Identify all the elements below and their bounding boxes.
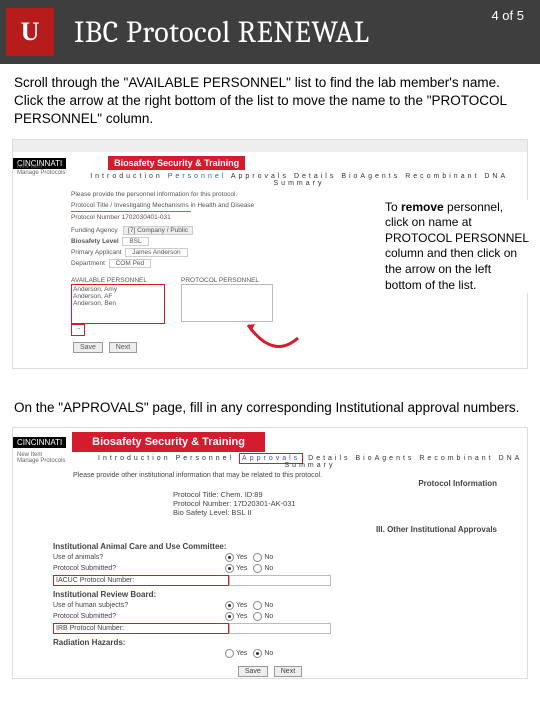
pi-label: Primary Applicant (71, 249, 122, 256)
left-nav: New Item Manage Protocols (17, 164, 67, 176)
protocol-info-header: Protocol Information (13, 479, 497, 488)
tab-recombinant[interactable]: Recombinant DNA (419, 455, 522, 462)
tab-introduction[interactable]: Introduction (90, 173, 163, 180)
iacuc-number-input[interactable] (229, 575, 331, 586)
use-animals-label: Use of animals? (53, 554, 223, 561)
tab-approvals[interactable]: Approvals (231, 173, 289, 180)
person-row[interactable]: Anderson, AF (73, 293, 163, 300)
iacuc-number-label: IACUC Protocol Number: (53, 575, 229, 586)
save-button[interactable]: Save (73, 342, 103, 353)
person-row[interactable]: Anderson, Amy (73, 286, 163, 293)
title-label: Protocol Title: (173, 490, 218, 499)
intro-text: Please provide other institutional infor… (73, 472, 527, 479)
tab-personnel[interactable]: Personnel (168, 173, 227, 180)
tab-introduction[interactable]: Introduction (98, 455, 171, 462)
tab-details[interactable]: Details (294, 173, 336, 180)
irb-header: Institutional Review Board: (53, 590, 487, 599)
radio-yes[interactable] (225, 649, 234, 658)
protocol-submitted-label: Protocol Submitted? (53, 613, 223, 620)
tab-summary[interactable]: Summary (274, 180, 325, 187)
radiation-header: Radiation Hazards: (53, 638, 487, 647)
biosafety-label: Biosafety Level (71, 238, 119, 245)
bsl-value: BSL II (231, 508, 251, 517)
irb-number-input[interactable] (229, 623, 331, 634)
dept-label: Department (71, 260, 105, 267)
radio-yes[interactable] (225, 564, 234, 573)
tab-recombinant[interactable]: Recombinant DNA (405, 173, 508, 180)
available-personnel-header: AVAILABLE PERSONNEL (71, 277, 165, 284)
instruction-1: Scroll through the "AVAILABLE PERSONNEL"… (0, 64, 540, 135)
number-value: 17D20301-AK-031 (233, 499, 295, 508)
header: U IBC Protocol RENEWAL 4 of 5 (0, 0, 540, 64)
screenshot-personnel: CINCINNATI Biosafety Security & Training… (12, 139, 528, 369)
move-right-arrow-icon[interactable]: → (71, 324, 85, 336)
uc-logo: U (6, 8, 54, 56)
app-band: Biosafety Security & Training (108, 156, 245, 170)
nav-manage-protocols[interactable]: Manage Protocols (17, 458, 67, 464)
protocol-submitted-label: Protocol Submitted? (53, 565, 223, 572)
remove-note: To remove personnel, click on name at PR… (385, 200, 529, 294)
protocol-personnel-list[interactable] (181, 284, 273, 322)
irb-number-label: IRB Protocol Number: (53, 623, 229, 634)
other-approvals-header: III. Other Institutional Approvals (13, 525, 497, 534)
nav-manage-protocols[interactable]: Manage Protocols (17, 170, 67, 176)
use-humans-label: Use of human subjects? (53, 602, 223, 609)
funding-value[interactable]: [7] Company / Public (123, 226, 193, 235)
radio-no[interactable] (253, 649, 262, 658)
funding-label: Funding Agency (71, 227, 118, 234)
page-counter: 4 of 5 (491, 8, 524, 23)
app-band: Biosafety Security & Training (72, 432, 265, 452)
brand-mark: CINCINNATI (13, 437, 66, 448)
radio-no[interactable] (253, 612, 262, 621)
tab-personnel[interactable]: Personnel (176, 455, 235, 462)
tab-details[interactable]: Details (308, 455, 350, 462)
intro-text: Please provide the personnel information… (71, 191, 527, 198)
screenshot-approvals: CINCINNATI Biosafety Security & Training… (12, 427, 528, 679)
radio-yes[interactable] (225, 553, 234, 562)
radio-yes[interactable] (225, 612, 234, 621)
biosafety-value[interactable]: BSL (122, 237, 148, 246)
available-personnel-list[interactable]: Anderson, Amy Anderson, AF Anderson, Ben (71, 284, 165, 324)
next-button[interactable]: Next (109, 342, 137, 353)
person-row[interactable]: Anderson, Ben (73, 300, 163, 307)
protocol-personnel-header: PROTOCOL PERSONNEL (181, 277, 273, 284)
save-button[interactable]: Save (238, 666, 268, 677)
instruction-2: On the "APPROVALS" page, fill in any cor… (0, 385, 540, 423)
radio-no[interactable] (253, 564, 262, 573)
next-button[interactable]: Next (274, 666, 302, 677)
radio-yes[interactable] (225, 601, 234, 610)
tab-bioagents[interactable]: BioAgents (356, 455, 415, 462)
radio-no[interactable] (253, 601, 262, 610)
pi-value[interactable]: James Anderson (125, 248, 187, 257)
radio-no[interactable] (253, 553, 262, 562)
tab-bioagents[interactable]: BioAgents (341, 173, 400, 180)
bsl-label: Bio Safety Level: (173, 508, 229, 517)
tabs: Introduction Personnel Approvals Details… (71, 173, 527, 187)
page-title: IBC Protocol RENEWAL (74, 15, 369, 50)
title-value: Chem. ID:89 (221, 490, 263, 499)
iacuc-header: Institutional Animal Care and Use Commit… (53, 542, 487, 551)
left-nav: New Item Manage Protocols (17, 452, 67, 464)
number-label: Protocol Number: (173, 499, 231, 508)
dept-value[interactable]: COM Ped (109, 259, 152, 268)
tabs: Introduction Personnel Approvals Details… (93, 455, 527, 469)
tab-summary[interactable]: Summary (285, 462, 336, 469)
callout-arrow-icon (243, 320, 303, 356)
